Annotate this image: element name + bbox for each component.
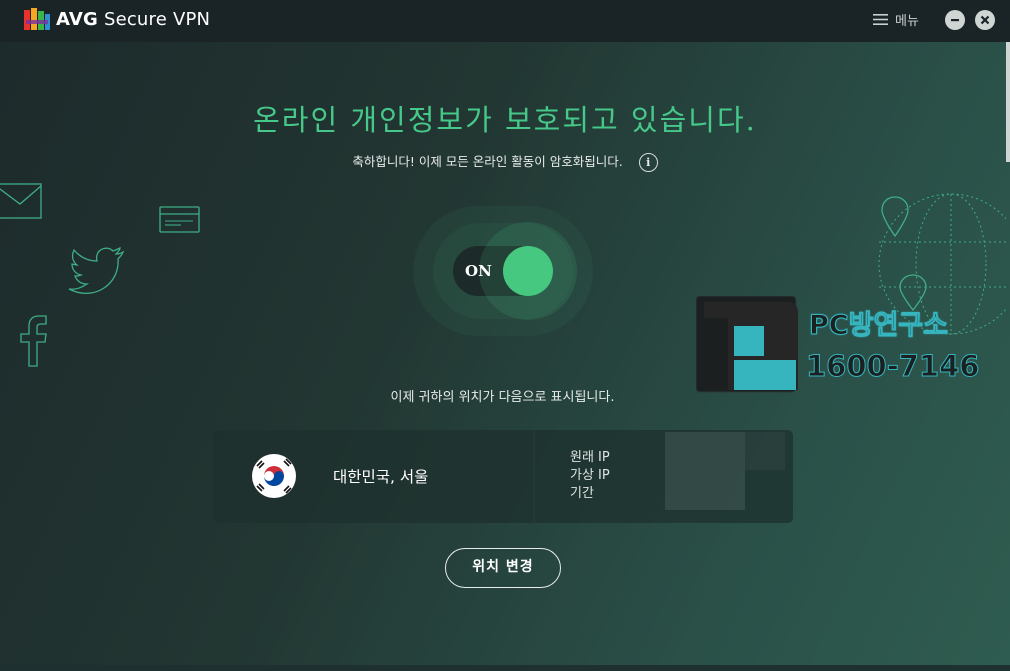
toggle-state-label: ON	[465, 262, 492, 280]
ip-values-redacted-2	[745, 432, 785, 470]
location-pin-icon	[881, 196, 909, 238]
location-panel: 대한민국, 서울 원래 IP 가상 IP 기간	[213, 430, 793, 523]
encryption-message-text: 축하합니다! 이제 모든 온라인 활동이 암호화됩니다.	[352, 154, 623, 169]
south-korea-flag-icon	[252, 454, 296, 498]
original-ip-label: 원래 IP	[570, 450, 610, 465]
facebook-icon	[20, 315, 47, 367]
app-brand: AVG	[56, 9, 99, 30]
app-title: AVG Secure VPN	[56, 9, 210, 30]
location-caption: 이제 귀하의 위치가 다음으로 표시됩니다.	[390, 390, 615, 405]
minimize-icon	[951, 19, 959, 22]
duration-label: 기간	[570, 486, 594, 501]
mail-icon	[0, 183, 42, 219]
protection-status-headline: 온라인 개인정보가 보호되고 있습니다.	[253, 103, 757, 137]
vpn-toggle[interactable]: ON	[413, 206, 593, 336]
change-location-button[interactable]: 위치 변경	[445, 548, 561, 588]
title-bar: AVG Secure VPN 메뉴	[0, 0, 1010, 42]
info-icon[interactable]: i	[638, 153, 658, 172]
twitter-icon	[68, 246, 125, 294]
location-divider	[533, 430, 535, 523]
watermark-name: PC방연구소	[809, 310, 949, 342]
ip-values-redacted	[665, 432, 745, 510]
hamburger-icon	[873, 14, 888, 25]
menu-button[interactable]: 메뉴	[873, 10, 919, 29]
location-country: 대한민국, 서울	[333, 468, 429, 486]
credit-card-icon	[159, 206, 200, 233]
avg-logo-icon	[24, 8, 50, 30]
app-product: Secure VPN	[103, 9, 211, 30]
bottom-edge	[0, 665, 1010, 671]
watermark-phone: 1600-7146	[805, 349, 980, 384]
close-button[interactable]	[975, 10, 995, 30]
virtual-ip-label: 가상 IP	[570, 468, 610, 483]
close-icon	[980, 15, 990, 25]
ip-info-labels: 원래 IP 가상 IP 기간	[570, 449, 610, 503]
encryption-message: 축하합니다! 이제 모든 온라인 활동이 암호화됩니다. i	[0, 151, 1010, 172]
toggle-knob[interactable]	[503, 246, 553, 296]
minimize-button[interactable]	[945, 10, 965, 30]
menu-label: 메뉴	[895, 14, 919, 29]
